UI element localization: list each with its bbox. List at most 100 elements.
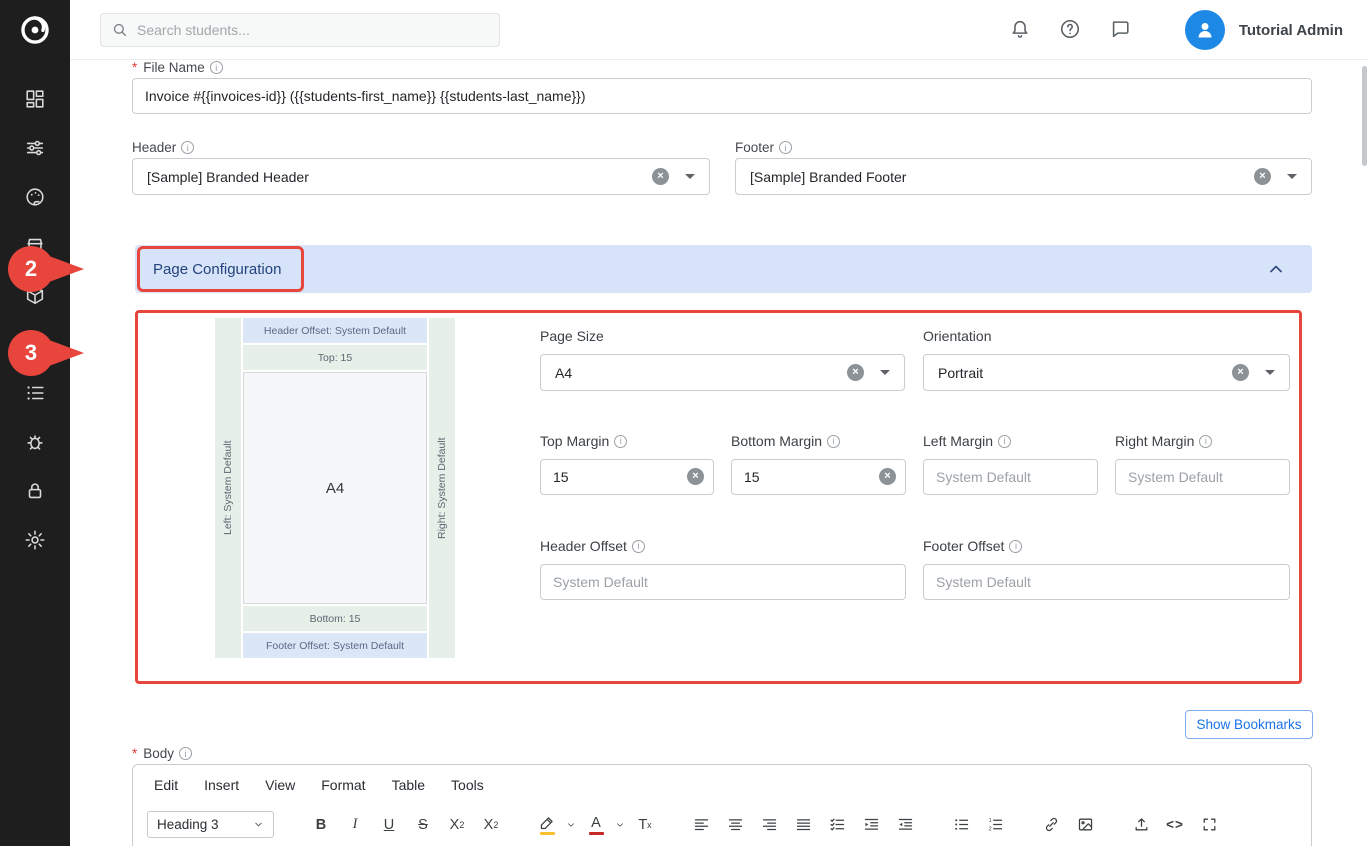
header-offset-input[interactable] <box>540 564 906 600</box>
dropdown-caret-icon[interactable] <box>1265 370 1275 375</box>
strikethrough-button[interactable]: S <box>410 812 436 838</box>
footer-offset-input[interactable] <box>923 564 1290 600</box>
dropdown-caret-icon[interactable] <box>880 370 890 375</box>
info-icon <box>827 435 840 448</box>
align-left-button[interactable] <box>688 812 714 838</box>
bell-icon <box>1009 18 1031 40</box>
footer-select[interactable]: [Sample] Branded Footer × <box>735 158 1312 195</box>
align-center-button[interactable] <box>722 812 748 838</box>
left-margin-input[interactable] <box>923 459 1098 495</box>
menu-view[interactable]: View <box>265 774 295 796</box>
sidebar-item-settings[interactable] <box>0 515 70 564</box>
page-configuration-title: Page Configuration <box>153 261 281 278</box>
clear-icon[interactable]: × <box>687 468 704 485</box>
preview-left-margin-label: Left: System Default <box>215 318 241 658</box>
checklist-icon <box>829 816 846 833</box>
chevron-up-icon[interactable] <box>1266 259 1286 279</box>
topbar: Tutorial Admin <box>70 0 1368 60</box>
app: Tutorial Admin *File Name Header [Sample… <box>0 0 1368 846</box>
sidebar-item-dashboard[interactable] <box>0 74 70 123</box>
underline-button[interactable]: U <box>376 812 402 838</box>
info-icon <box>210 61 223 74</box>
sidebar-item-debug[interactable] <box>0 417 70 466</box>
clear-icon[interactable]: × <box>847 364 864 381</box>
align-justify-button[interactable] <box>790 812 816 838</box>
highlight-color-caret[interactable] <box>564 812 577 838</box>
gear-icon <box>24 529 46 551</box>
format-select[interactable]: Heading 3 <box>147 811 274 838</box>
align-right-button[interactable] <box>756 812 782 838</box>
topbar-actions: Tutorial Admin <box>983 0 1368 60</box>
indent-button[interactable] <box>858 812 884 838</box>
notifications-button[interactable] <box>1007 17 1033 43</box>
align-justify-icon <box>795 816 812 833</box>
text-color-button[interactable]: A <box>583 812 609 838</box>
clear-icon[interactable]: × <box>1232 364 1249 381</box>
subscript-base: X <box>450 817 460 833</box>
dropdown-caret-icon[interactable] <box>1287 174 1297 179</box>
link-button[interactable] <box>1038 812 1064 838</box>
menu-format[interactable]: Format <box>321 774 365 796</box>
menu-tools[interactable]: Tools <box>451 774 484 796</box>
editor-menubar: Edit Insert View Format Table Tools <box>133 774 1311 796</box>
info-icon <box>1009 540 1022 553</box>
search-input[interactable] <box>137 22 489 38</box>
bold-button[interactable]: B <box>308 812 334 838</box>
app-logo[interactable] <box>0 0 70 60</box>
vertical-scrollbar[interactable] <box>1362 66 1367 166</box>
dropdown-caret-icon[interactable] <box>685 174 695 179</box>
italic-button[interactable]: I <box>342 812 368 838</box>
image-button[interactable] <box>1072 812 1098 838</box>
show-bookmarks-button[interactable]: Show Bookmarks <box>1185 710 1313 739</box>
header-select[interactable]: [Sample] Branded Header × <box>132 158 710 195</box>
header-offset-label: Header Offset <box>540 538 645 554</box>
left-margin-label: Left Margin <box>923 433 1011 449</box>
chat-icon <box>1109 18 1131 40</box>
clear-icon[interactable]: × <box>652 168 669 185</box>
clear-formatting-sub: x <box>647 820 652 830</box>
required-asterisk: * <box>132 60 137 75</box>
outdent-button[interactable] <box>892 812 918 838</box>
menu-table[interactable]: Table <box>392 774 425 796</box>
lock-icon <box>24 480 46 502</box>
search-box[interactable] <box>100 13 500 47</box>
checklist-button[interactable] <box>824 812 850 838</box>
bullet-list-button[interactable] <box>948 812 974 838</box>
align-right-icon <box>761 816 778 833</box>
right-margin-input[interactable] <box>1115 459 1290 495</box>
top-margin-field: × <box>540 459 714 495</box>
avatar[interactable] <box>1185 10 1225 50</box>
fullscreen-button[interactable] <box>1196 812 1222 838</box>
clear-icon[interactable]: × <box>879 468 896 485</box>
upload-button[interactable] <box>1128 812 1154 838</box>
code-button[interactable]: <> <box>1162 812 1188 838</box>
page-size-label: Page Size <box>540 328 604 344</box>
file-name-input[interactable] <box>132 78 1312 114</box>
info-icon <box>998 435 1011 448</box>
preview-right-margin-label: Right: System Default <box>429 318 455 658</box>
outdent-icon <box>897 816 914 833</box>
clear-formatting-button[interactable]: Tx <box>632 812 658 838</box>
editor-toolbar: Heading 3 B I U S X2 X2 A <box>133 811 1311 838</box>
list-icon <box>24 382 46 404</box>
chat-button[interactable] <box>1107 17 1133 43</box>
orientation-select[interactable]: Portrait × <box>923 354 1290 391</box>
menu-edit[interactable]: Edit <box>154 774 178 796</box>
align-left-icon <box>693 816 710 833</box>
tune-icon <box>24 137 46 159</box>
text-color-caret[interactable] <box>613 812 626 838</box>
sidebar-item-settings-sliders[interactable] <box>0 123 70 172</box>
help-button[interactable] <box>1057 17 1083 43</box>
subscript-button[interactable]: X2 <box>444 812 470 838</box>
clear-icon[interactable]: × <box>1254 168 1271 185</box>
sidebar-item-branding[interactable] <box>0 172 70 221</box>
sidebar-item-security[interactable] <box>0 466 70 515</box>
page-size-select[interactable]: A4 × <box>540 354 905 391</box>
numbered-list-button[interactable]: 12 <box>982 812 1008 838</box>
bullet-list-icon <box>953 816 970 833</box>
link-icon <box>1043 816 1060 833</box>
menu-insert[interactable]: Insert <box>204 774 239 796</box>
superscript-button[interactable]: X2 <box>478 812 504 838</box>
highlight-color-button[interactable] <box>534 812 560 838</box>
page-configuration-header[interactable]: Page Configuration <box>135 245 1312 293</box>
